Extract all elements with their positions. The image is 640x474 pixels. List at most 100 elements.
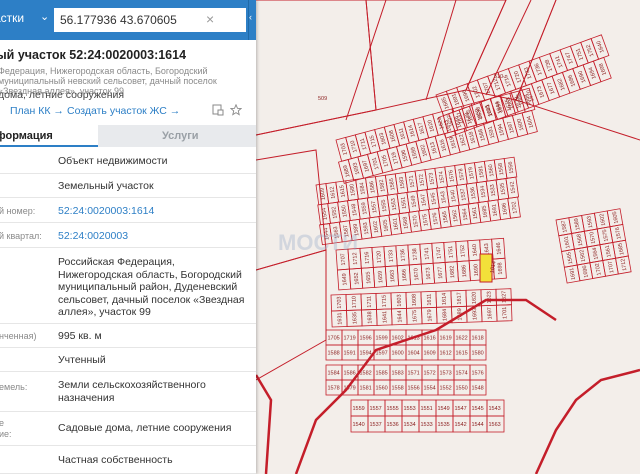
- parcel-label: 1644: [397, 310, 403, 322]
- parcel-label: 1690: [473, 264, 480, 277]
- create-zhs-label: Создать участок ЖС: [67, 105, 167, 117]
- parcel-label: 1663: [390, 270, 397, 283]
- parcel-label: 1631: [337, 312, 343, 324]
- parcel-label: 1705: [328, 336, 340, 342]
- create-zhs-link[interactable]: Создать участок ЖС →: [67, 105, 180, 117]
- table-row: е ие: Садовые дома, летние сооружения: [0, 412, 256, 446]
- parcel-label: 1581: [360, 386, 372, 392]
- parcel-label: 1655: [366, 271, 373, 284]
- search-icon[interactable]: [222, 10, 242, 30]
- parcel-label: 1698: [497, 262, 504, 275]
- parcel-label: 1623: [486, 291, 492, 303]
- parcel-label: 1578: [328, 386, 340, 392]
- parcel-label: 1720: [376, 251, 383, 264]
- parcel-label: 1666: [402, 269, 409, 282]
- layer-select[interactable]: астки: [0, 11, 24, 25]
- row-label: й квартал:: [0, 231, 42, 241]
- parcel-label: 1719: [344, 336, 356, 342]
- print-icon[interactable]: [212, 104, 224, 116]
- row-label: нченная): [0, 331, 37, 341]
- parcel-label: 1540: [353, 422, 365, 428]
- parcel-label: 1620: [471, 292, 477, 304]
- parcel-label: 1715: [382, 295, 388, 307]
- parcel-label: 1542: [455, 422, 467, 428]
- parcel-label: 1563: [489, 422, 501, 428]
- parcel-label: 1544: [472, 422, 484, 428]
- parcel-label: 1597: [376, 351, 388, 357]
- parcel-label: 1738: [412, 248, 419, 261]
- parcel-label: 1549: [438, 406, 450, 412]
- parcel-label: 1552: [440, 386, 452, 392]
- row-value-usage: Садовые дома, летние сооружения: [58, 422, 232, 434]
- purpose-summary: дома, летние сооружения: [0, 89, 125, 101]
- parcel-label: 1547: [455, 406, 467, 412]
- star-icon[interactable]: [230, 104, 242, 116]
- search-input[interactable]: [54, 8, 246, 32]
- cadastral-map[interactable]: 510 509 1685 1691 1696 1702 1707 1712 1716 1720…: [256, 0, 640, 474]
- collapse-panel-tab[interactable]: ‹: [248, 0, 256, 40]
- parcel-label: 1652: [354, 272, 361, 285]
- table-row: Объект недвижимости: [0, 148, 256, 174]
- parcel-label: 1703: [337, 296, 343, 308]
- parcel-label: 1556: [408, 386, 420, 392]
- parcel-label: 1551: [421, 406, 433, 412]
- parcel-label: 1641: [382, 311, 388, 323]
- parcel-label: 1752: [460, 245, 467, 258]
- parcel-label: 1554: [424, 386, 436, 392]
- row-value: Объект недвижимости: [58, 155, 168, 167]
- parcel-label: 1535: [438, 422, 450, 428]
- parcel-label: 1614: [441, 293, 447, 305]
- parcel-label: 1615: [456, 351, 468, 357]
- parcel-label: 1710: [352, 296, 358, 308]
- tab-information[interactable]: формация: [0, 125, 98, 147]
- row-value-ownership: Частная собственность: [58, 454, 173, 466]
- parcel-label: 1677: [437, 266, 444, 279]
- tab-services[interactable]: Услуги: [98, 125, 256, 147]
- parcel-label: 1747: [436, 246, 443, 259]
- parcel-label: 1591: [344, 351, 356, 357]
- parcel-label: 1548: [472, 386, 484, 392]
- plan-kk-link[interactable]: План КК →: [10, 105, 64, 117]
- table-row: Учтенный: [0, 348, 256, 372]
- parcel-label: 1603: [397, 294, 403, 306]
- search-bar: астки ⌄ ×: [0, 0, 248, 40]
- parcel-label: 1616: [424, 336, 436, 342]
- parcel-label: 1585: [376, 371, 388, 377]
- parcel-label: 1584: [328, 371, 340, 377]
- parcel-label: 1693: [472, 308, 478, 320]
- parcel-label: 1580: [472, 351, 484, 357]
- parcel-label: 1611: [427, 294, 433, 306]
- parcel-label: 1711: [367, 296, 373, 308]
- arrow-right-icon: →: [169, 105, 181, 117]
- parcel-label: 1649: [342, 273, 349, 286]
- parcel-label: 1599: [376, 336, 388, 342]
- arrow-right-icon: →: [53, 105, 64, 117]
- parcel-label: 1553: [404, 406, 416, 412]
- parcel-label: 1640: [472, 244, 479, 257]
- parcel-label: 1741: [424, 247, 431, 260]
- parcel-label: 1608: [412, 294, 418, 306]
- parcel-label: 1537: [370, 422, 382, 428]
- parcel-label: 1586: [344, 371, 356, 377]
- parcel-label: 1635: [352, 312, 358, 324]
- parcel-label: 1573: [440, 371, 452, 377]
- parcel-label: 1609: [424, 351, 436, 357]
- parcel-label: 1619: [440, 336, 452, 342]
- parcel-label: 1638: [367, 311, 373, 323]
- map-canvas[interactable]: 510 509 1685 1691 1696 1702 1707 1712 1716 1720…: [256, 0, 640, 474]
- row-label: й номер:: [0, 206, 36, 216]
- chevron-down-icon[interactable]: ⌄: [40, 10, 49, 23]
- parcel-label: 1618: [472, 336, 484, 342]
- parcel-label: 1716: [364, 251, 371, 264]
- parcel-label: 1600: [392, 351, 404, 357]
- cadastral-number-link[interactable]: 52:24:0020003:1614: [58, 205, 250, 218]
- parcel-label: 1545: [472, 406, 484, 412]
- watermark-text: МОСТИ: [278, 230, 358, 255]
- parcel-label: 1576: [472, 371, 484, 377]
- row-value-address: Российская Федерация, Нижегородская обла…: [58, 256, 245, 318]
- tab-information-label: формация: [0, 130, 53, 142]
- clear-icon[interactable]: ×: [206, 12, 214, 26]
- cadastral-quarter-link[interactable]: 52:24:0020003: [58, 230, 250, 243]
- table-row: Российская Федерация, Нижегородская обла…: [0, 248, 256, 324]
- info-panel: астки ⌄ × ‹ ый участок 52:24:0020003:161…: [0, 0, 256, 474]
